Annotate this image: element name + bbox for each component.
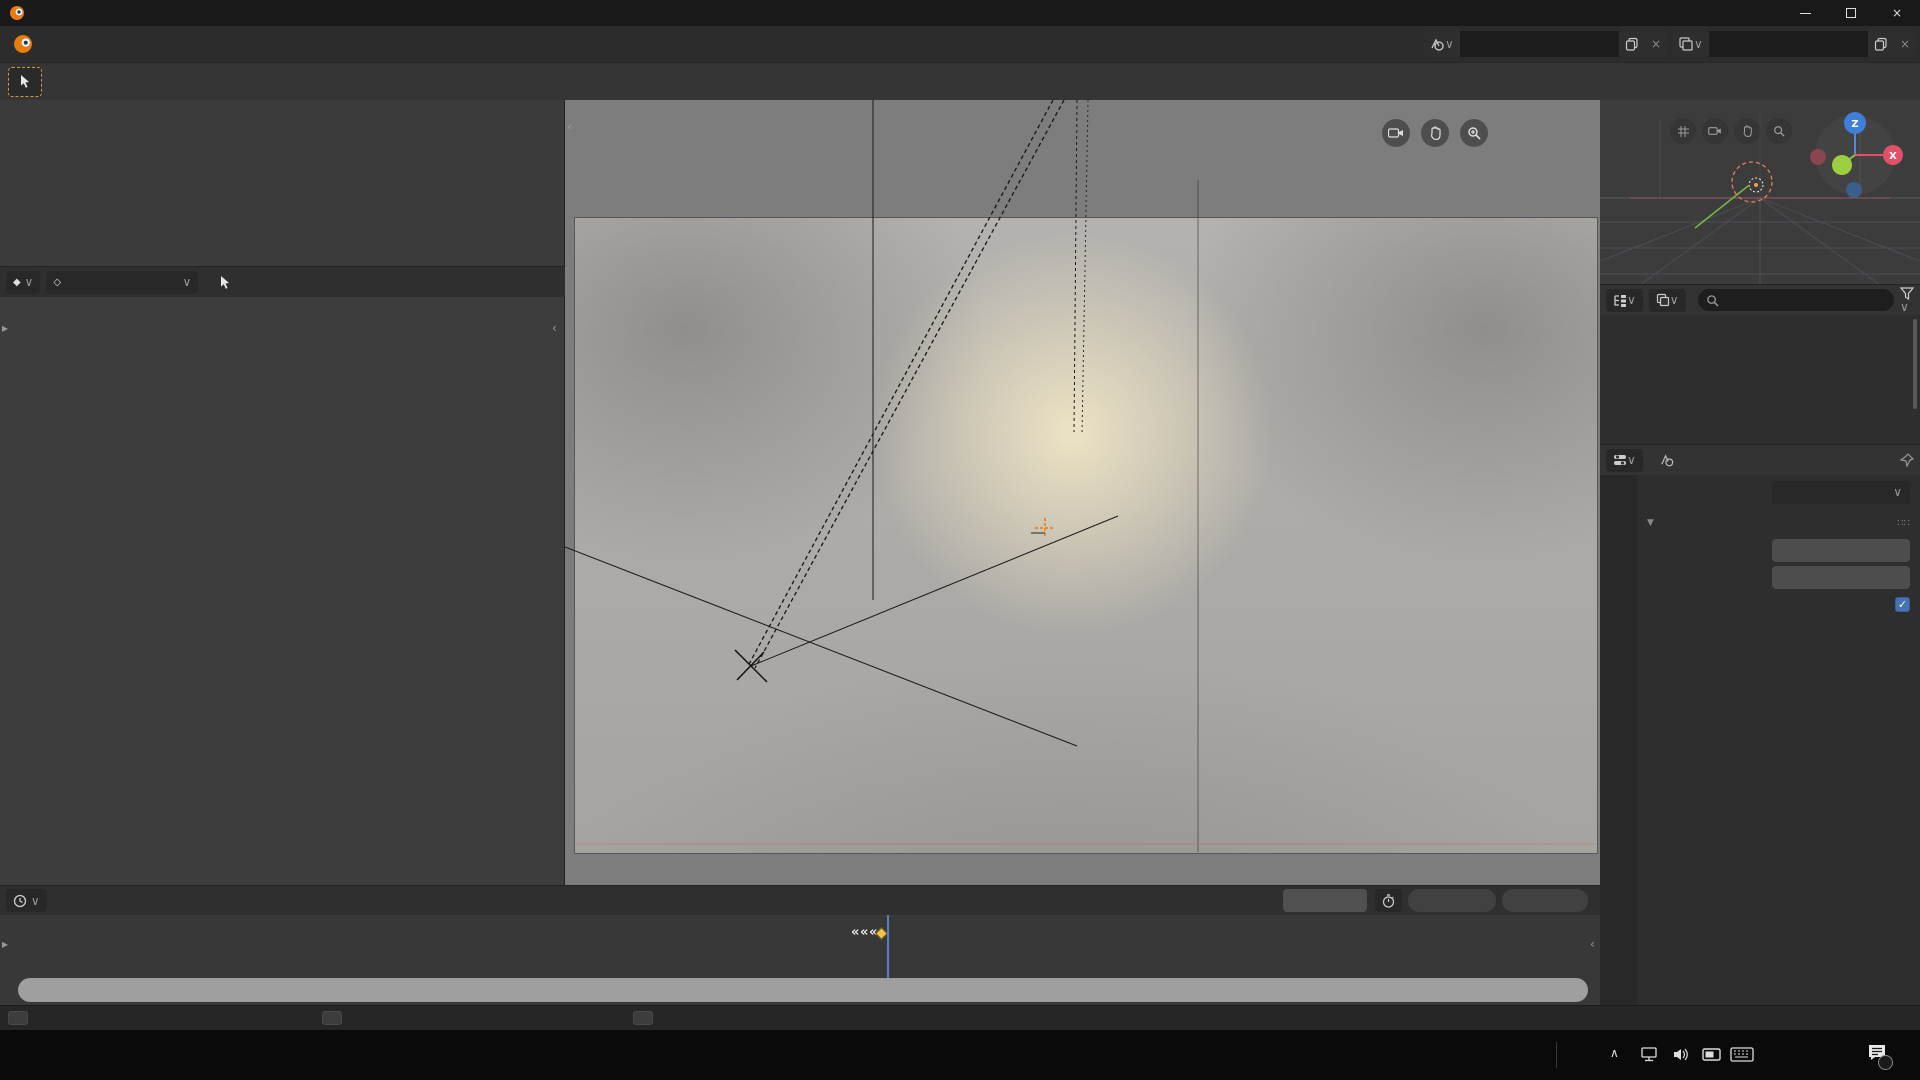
editor-corner-widget[interactable] xyxy=(633,1011,653,1025)
outliner-filter-collection-icon[interactable]: ∨ xyxy=(1649,289,1686,312)
renderlayer-name[interactable] xyxy=(1709,31,1868,57)
notification-badge xyxy=(1878,1055,1893,1070)
dope-cursor-tool-icon[interactable] xyxy=(218,275,233,290)
editor-corner-widget[interactable] xyxy=(322,1011,342,1025)
blender-logo-icon xyxy=(9,5,25,21)
region-expand-arrow[interactable]: ▸ xyxy=(2,937,8,951)
outliner-header: ∨ ∨ ∨ xyxy=(1600,285,1920,315)
dope-sheet-mode-dropdown[interactable]: ◇ ∨ xyxy=(46,271,198,294)
renderlayer-copy-icon[interactable] xyxy=(1868,31,1894,57)
frame-end-field[interactable] xyxy=(1502,889,1588,912)
close-button[interactable]: × xyxy=(1874,0,1920,26)
navigation-gizmo[interactable]: Z X xyxy=(1810,110,1910,205)
render-engine-dropdown[interactable]: ∨ xyxy=(1772,481,1910,504)
network-icon[interactable] xyxy=(1640,1046,1660,1063)
title-bar: × xyxy=(0,0,1920,26)
blender-window: × ∨ × ∨ × ◆ ∨ ◇ ∨ ▸ xyxy=(0,0,1920,1080)
expand-arrow-icon[interactable]: ▼ xyxy=(1647,518,1654,528)
grid-toggle-icon[interactable] xyxy=(1670,118,1696,144)
tray-expand-icon[interactable]: ∧ xyxy=(1610,1046,1619,1060)
editor-type-button[interactable]: ∨ xyxy=(1606,449,1643,472)
outliner-display-mode-dropdown[interactable]: ∨ xyxy=(1606,289,1643,312)
current-frame-field[interactable] xyxy=(1283,889,1367,912)
timeline-playhead[interactable] xyxy=(887,915,889,978)
renderlayer-browse-icon[interactable]: ∨ xyxy=(1672,31,1709,57)
shader-node-editor: ▸ ‹ xyxy=(0,297,565,885)
svg-text:X: X xyxy=(1889,151,1897,162)
minimize-button[interactable] xyxy=(1782,0,1828,26)
sampling-viewport-field[interactable] xyxy=(1772,566,1910,589)
editor-type-button[interactable]: ∨ xyxy=(6,889,47,912)
renderlayer-selector[interactable]: ∨ × xyxy=(1672,31,1916,57)
outliner: ∨ ∨ ∨ xyxy=(1600,285,1920,445)
properties-header: ∨ xyxy=(1600,445,1920,475)
active-tool-select-box-icon[interactable] xyxy=(8,67,42,97)
pan-hand-icon[interactable] xyxy=(1421,119,1449,147)
region-collapse-arrow[interactable]: ‹ xyxy=(1590,937,1595,951)
pan-hand-icon[interactable] xyxy=(1734,118,1760,144)
secondary-viewport[interactable]: Z X xyxy=(1600,100,1920,285)
zoom-icon[interactable] xyxy=(1460,119,1488,147)
top-bar: ∨ × ∨ × xyxy=(0,26,1920,62)
outliner-search-input[interactable] xyxy=(1698,289,1894,311)
windows-taskbar: ∧ xyxy=(0,1030,1920,1080)
scene-name[interactable] xyxy=(1460,31,1619,57)
blender-menu-icon[interactable] xyxy=(12,33,34,55)
properties-editor: ∨ ∨ ▼ ∷∷ xyxy=(1600,445,1920,1005)
maximize-button[interactable] xyxy=(1828,0,1874,26)
scene-unlink-icon[interactable]: × xyxy=(1645,31,1667,57)
region-collapse-arrow[interactable]: ‹ xyxy=(567,120,572,134)
volume-icon[interactable] xyxy=(1672,1046,1692,1063)
display-icon[interactable] xyxy=(1702,1047,1722,1062)
svg-text:Z: Z xyxy=(1851,119,1858,130)
properties-tab-strip xyxy=(1600,475,1637,1005)
relationship-lines xyxy=(565,100,1600,885)
viewport-3d[interactable]: ‹ xyxy=(565,100,1600,885)
keyboard-icon[interactable] xyxy=(1730,1047,1754,1062)
scene-icon xyxy=(1659,453,1674,468)
pin-icon[interactable] xyxy=(1900,453,1914,467)
zoom-icon[interactable] xyxy=(1766,118,1792,144)
scene-selector[interactable]: ∨ × xyxy=(1423,31,1667,57)
region-expand-arrow[interactable]: ▸ xyxy=(2,321,8,335)
outliner-filter-icon[interactable]: ∨ xyxy=(1900,287,1914,314)
scene-copy-icon[interactable] xyxy=(1619,31,1645,57)
timeline-ruler[interactable] xyxy=(18,978,1588,1002)
search-icon xyxy=(1706,294,1719,307)
properties-content: ∨ ▼ ∷∷ ✓ xyxy=(1637,475,1920,1005)
timeline-editor[interactable]: ▸ ‹ « « « xyxy=(0,915,1600,1005)
drag-dots-icon[interactable]: ∷∷ xyxy=(1897,518,1910,529)
dope-sheet-header: ◆ ∨ ◇ ∨ xyxy=(0,266,565,297)
timeline-keyframe[interactable]: « xyxy=(860,925,868,940)
editor-corner-widget[interactable] xyxy=(8,1011,28,1025)
tool-settings-header xyxy=(0,62,1920,100)
viewport-header xyxy=(565,856,1600,885)
region-collapse-arrow[interactable]: ‹ xyxy=(552,321,557,335)
sampling-render-field[interactable] xyxy=(1772,539,1910,562)
scene-browse-icon[interactable]: ∨ xyxy=(1423,31,1460,57)
renderlayer-unlink-icon[interactable]: × xyxy=(1894,31,1916,57)
frame-start-field[interactable] xyxy=(1408,889,1496,912)
status-bar xyxy=(0,1005,1920,1030)
camera-toggle-icon[interactable] xyxy=(1382,119,1410,147)
auto-keying-stopwatch-icon[interactable] xyxy=(1375,889,1402,912)
timeline-keyframe[interactable]: « xyxy=(851,925,859,940)
camera-toggle-icon[interactable] xyxy=(1702,118,1728,144)
viewport-denoising-checkbox[interactable]: ✓ xyxy=(1895,597,1910,612)
timeline-header: ∨ xyxy=(0,885,1600,915)
outliner-scrollbar[interactable] xyxy=(1913,319,1917,409)
editor-type-button[interactable]: ◆ ∨ xyxy=(6,271,40,294)
